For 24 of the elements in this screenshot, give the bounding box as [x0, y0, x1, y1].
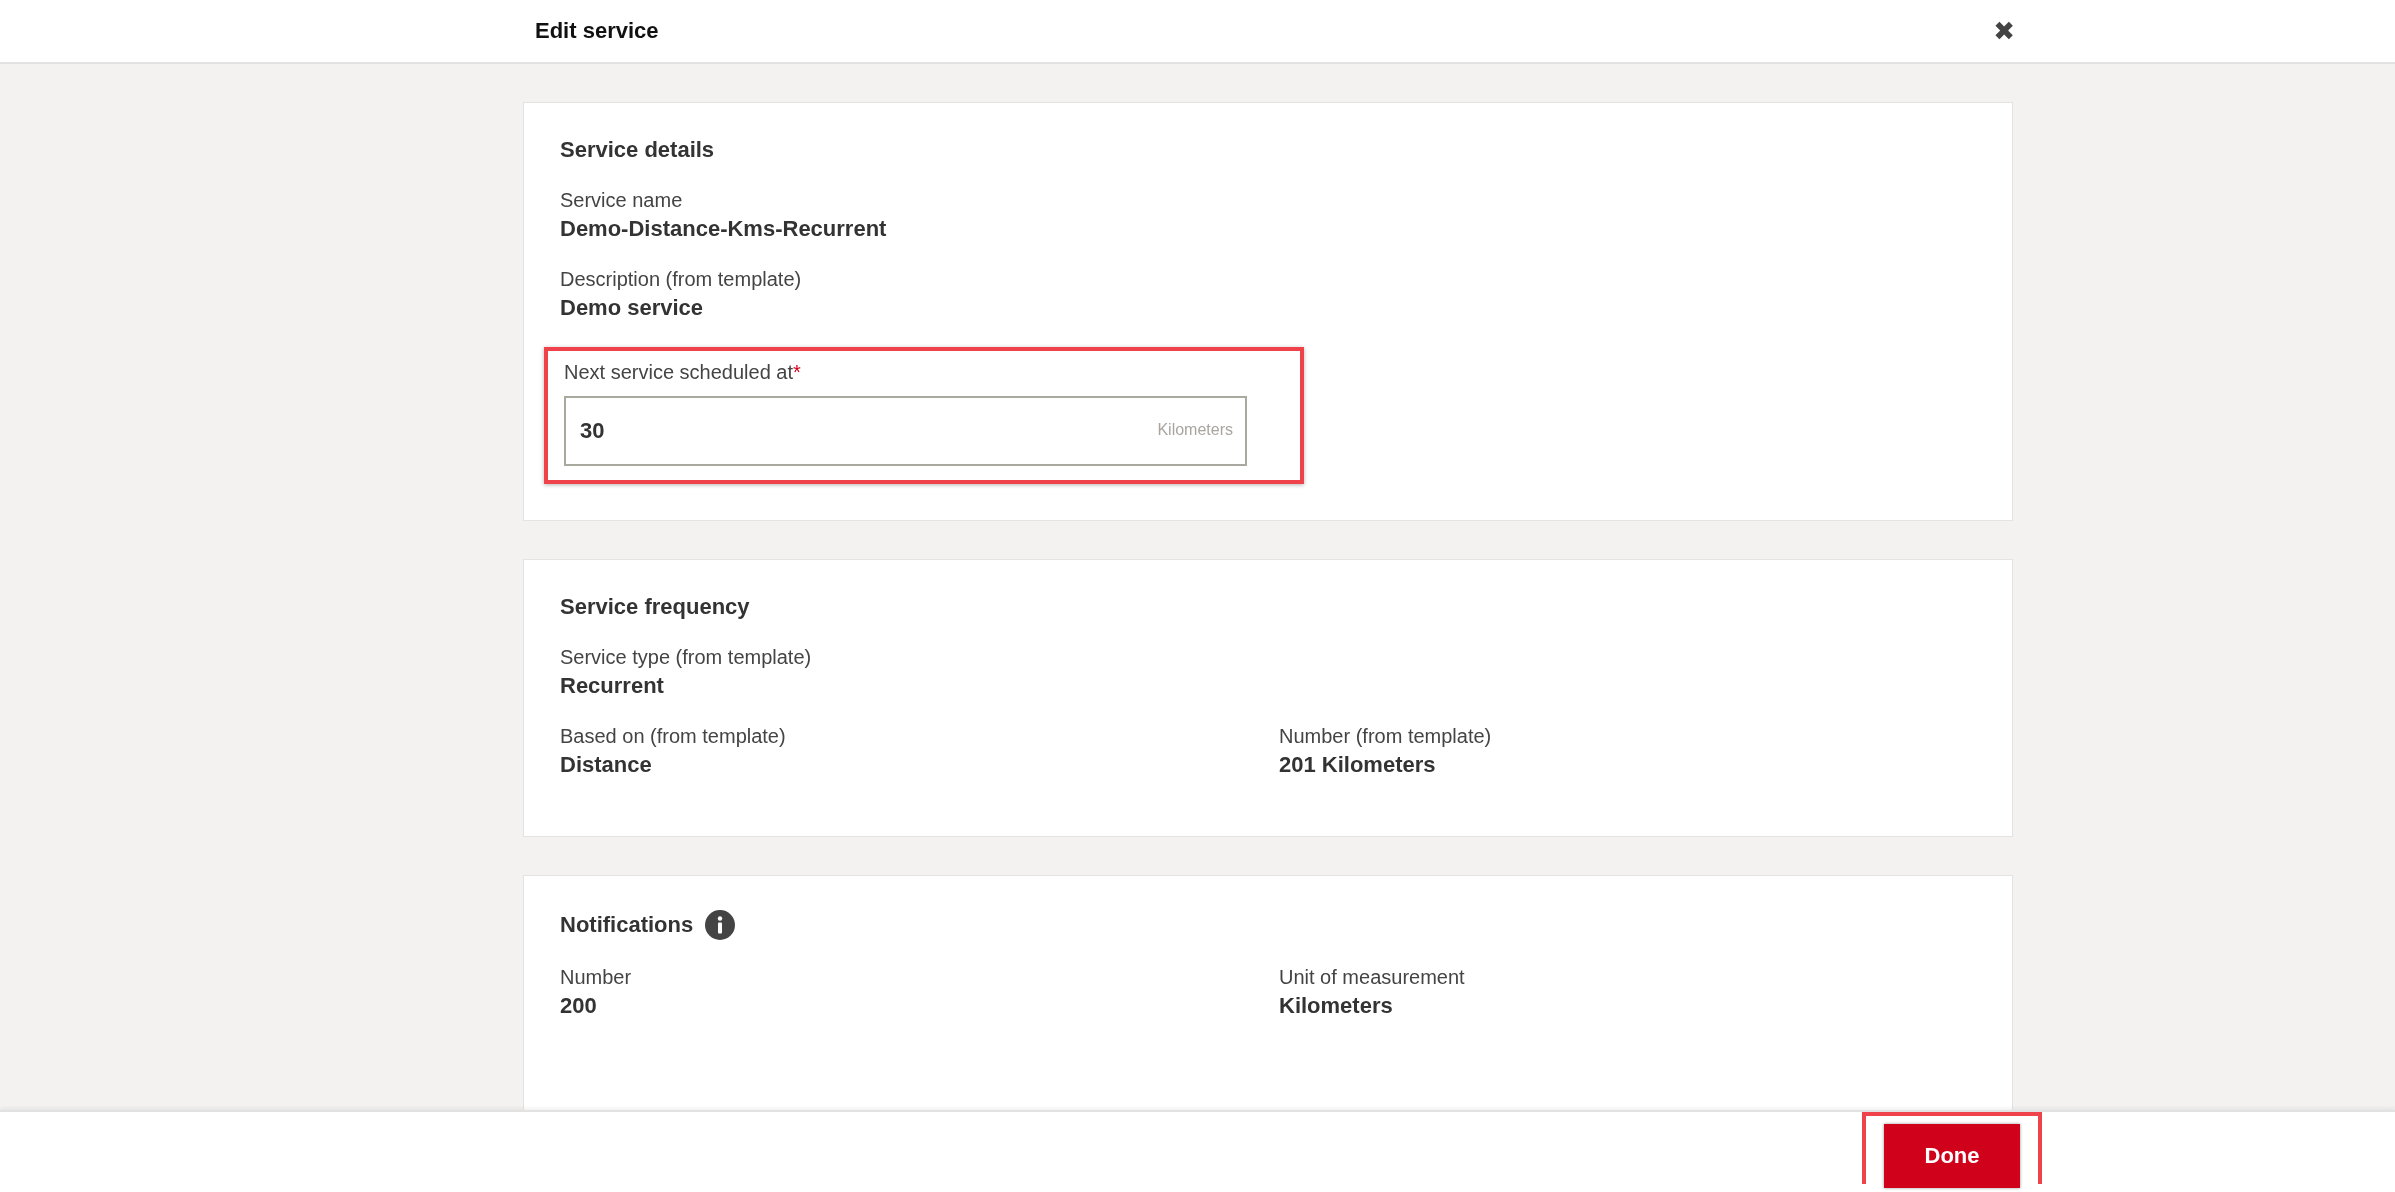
field-value: Kilometers	[1279, 993, 1394, 1019]
field-label: Based on (from template)	[560, 725, 787, 748]
field-label: Next service scheduled at	[564, 361, 793, 384]
info-icon[interactable]	[705, 910, 736, 940]
done-button[interactable]: Done	[1884, 1124, 2020, 1188]
section-title: Notifications	[560, 912, 694, 938]
field-value: Recurrent	[560, 673, 665, 699]
field-label: Unit of measurement	[1279, 966, 1466, 989]
field-label: Service name	[560, 189, 684, 212]
section-title: Service frequency	[560, 594, 750, 620]
required-asterisk: *	[793, 361, 801, 383]
field-label: Service type (from template)	[560, 646, 813, 669]
unit-label: Kilometers	[1157, 421, 1233, 439]
field-label: Number (from template)	[1279, 725, 1493, 748]
field-value: Demo service	[560, 295, 705, 321]
field-value: 201 Kilometers	[1279, 752, 1437, 778]
field-value: Distance	[560, 752, 653, 778]
section-title: Service details	[560, 137, 715, 163]
field-value: Demo-Distance-Kms-Recurrent	[560, 216, 888, 242]
close-button[interactable]: ✖	[1993, 18, 2015, 44]
dialog-title: Edit service	[535, 18, 659, 44]
field-label: Description (from template)	[560, 268, 803, 291]
field-label: Number	[560, 966, 633, 989]
field-value: 200	[560, 993, 598, 1019]
